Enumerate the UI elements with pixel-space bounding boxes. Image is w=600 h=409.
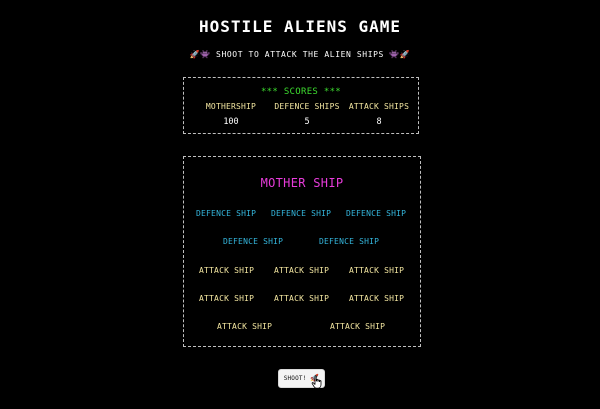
- score-label: MOTHERSHIP: [205, 102, 257, 111]
- attack-ship: ATTACK SHIP: [274, 266, 330, 275]
- scores-panel: *** SCORES *** MOTHERSHIP 100 DEFENCE SH…: [183, 77, 419, 134]
- score-label: ATTACK SHIPS: [348, 102, 410, 111]
- attack-ship: ATTACK SHIP: [217, 322, 273, 331]
- score-value: 100: [223, 117, 239, 127]
- hand-pointer-cursor-icon: [311, 375, 322, 389]
- attack-ship: ATTACK SHIP: [199, 294, 255, 303]
- instructions: 🚀👾 Shoot to attack the alien ships 👾🚀: [0, 50, 600, 59]
- attack-ship: ATTACK SHIP: [330, 322, 386, 331]
- alien-rocket-icon-right: 👾🚀: [389, 50, 411, 59]
- attack-ship: ATTACK SHIP: [274, 294, 330, 303]
- defence-ship: DEFENCE SHIP: [223, 237, 284, 246]
- attack-ship: ATTACK SHIP: [349, 266, 405, 275]
- shoot-button-label: SHOOT!: [283, 375, 307, 382]
- score-attack-ships: ATTACK SHIPS 8: [340, 102, 418, 127]
- rocket-alien-icon-left: 🚀👾: [189, 50, 211, 59]
- defence-ship: DEFENCE SHIP: [271, 209, 332, 218]
- defence-ship: DEFENCE SHIP: [319, 237, 380, 246]
- score-label: DEFENCE SHIPS: [274, 102, 340, 111]
- score-value: 8: [376, 117, 382, 127]
- instructions-text: Shoot to attack the alien ships: [216, 50, 384, 59]
- score-mothership: MOTHERSHIP 100: [192, 102, 270, 127]
- score-value: 5: [304, 117, 310, 127]
- defence-ship: DEFENCE SHIP: [196, 209, 257, 218]
- attack-ship: ATTACK SHIP: [199, 266, 255, 275]
- scores-heading: *** SCORES ***: [260, 87, 342, 97]
- alien-fleet-panel: MOTHER SHIP DEFENCE SHIP DEFENCE SHIP DE…: [183, 156, 421, 347]
- defence-ship: DEFENCE SHIP: [346, 209, 407, 218]
- page-title: Hostile Aliens Game: [198, 17, 402, 36]
- attack-ship: ATTACK SHIP: [349, 294, 405, 303]
- game-page: Hostile Aliens Game 🚀👾 Shoot to attack t…: [0, 0, 600, 409]
- mother-ship: MOTHER SHIP: [260, 176, 344, 190]
- score-defence-ships: DEFENCE SHIPS 5: [268, 102, 346, 127]
